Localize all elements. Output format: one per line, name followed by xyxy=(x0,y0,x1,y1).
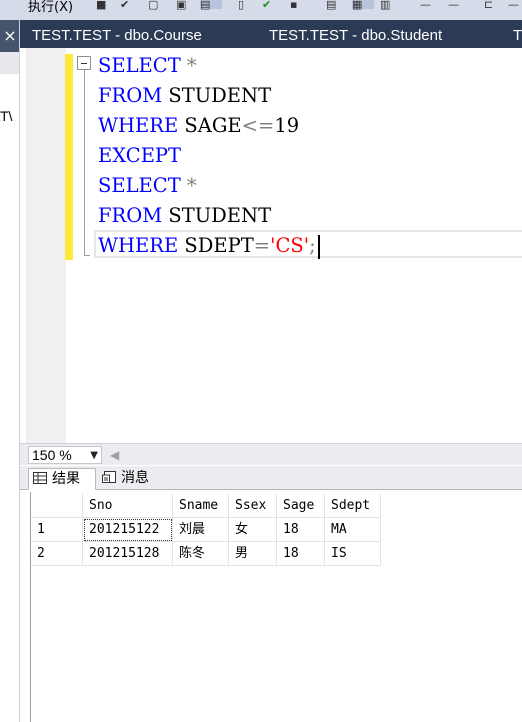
table-cell[interactable]: IS xyxy=(325,542,381,566)
parse-icon[interactable]: ✔ xyxy=(262,0,271,10)
sql-editor[interactable]: SELECT * FROM STUDENT WHERE SAGE<=19 EXC… xyxy=(20,48,522,443)
uncomment-icon[interactable]: — xyxy=(448,0,459,10)
code-line: FROM STUDENT xyxy=(98,84,272,107)
outline-line xyxy=(84,70,85,256)
table-cell[interactable]: 男 xyxy=(229,542,277,566)
zoom-select[interactable]: 150 % ▼ xyxy=(28,446,102,464)
table-cell[interactable]: 刘晨 xyxy=(173,518,229,542)
chevron-down-icon[interactable]: ▼ xyxy=(90,447,98,464)
object-explorer-panel: × T\ xyxy=(0,20,20,722)
table-cell[interactable]: 201215128 xyxy=(83,542,173,566)
display-plan-icon[interactable]: ▣ xyxy=(176,0,186,10)
results-to-icon[interactable]: ▪ xyxy=(290,0,297,10)
change-tracking-bar xyxy=(65,54,73,260)
column-header[interactable]: Sname xyxy=(173,494,229,518)
tab-messages[interactable]: 消息 xyxy=(98,468,164,490)
collapse-icon[interactable] xyxy=(77,56,91,70)
code-line: WHERE SDEPT='CS'; xyxy=(98,231,320,261)
toolbar: 执行(X) ■ ✔ ▢ ▣ ▤ ▯ ✔ ▪ ▤ ▦ ▥ — — ⊏ — xyxy=(0,0,522,20)
outdent-icon[interactable]: — xyxy=(508,0,519,10)
tab-course[interactable]: TEST.TEST - dbo.Course xyxy=(32,20,202,48)
column-header[interactable]: Sno xyxy=(83,494,173,518)
zoom-bar: 150 % ▼ ◀ xyxy=(20,443,522,465)
code-line: SELECT * xyxy=(98,174,197,197)
query-options-icon[interactable]: ▤ xyxy=(200,0,222,10)
close-icon[interactable]: × xyxy=(0,20,20,52)
tree-item-clipped[interactable]: T\ xyxy=(0,108,12,124)
message-icon xyxy=(102,471,116,483)
line-gutter xyxy=(26,48,66,443)
document-tab-bar: TEST.TEST - dbo.Course TEST.TEST - dbo.S… xyxy=(20,20,522,48)
results-tab-bar: 结果 消息 xyxy=(20,466,522,490)
row-number[interactable]: 1 xyxy=(31,518,83,542)
code-line: SELECT * xyxy=(98,54,197,77)
comment-icon[interactable]: — xyxy=(420,0,431,10)
results-text-icon[interactable]: ▤ xyxy=(326,0,336,10)
results-file-icon[interactable]: ▥ xyxy=(380,0,390,10)
scroll-left-icon[interactable]: ◀ xyxy=(110,446,119,464)
outline-end xyxy=(84,255,90,256)
execute-button[interactable]: 执行(X) xyxy=(28,0,73,15)
results-grid-icon[interactable]: ▦ xyxy=(352,0,374,10)
tab-clipped[interactable]: T xyxy=(513,20,522,48)
row-number[interactable]: 2 xyxy=(31,542,83,566)
table-cell[interactable]: 18 xyxy=(277,518,325,542)
include-plan-icon[interactable]: ▯ xyxy=(238,0,244,10)
column-header[interactable]: Sdept xyxy=(325,494,381,518)
tab-student[interactable]: TEST.TEST - dbo.Student xyxy=(269,20,442,48)
table-cell[interactable]: 18 xyxy=(277,542,325,566)
grid-icon xyxy=(33,472,47,484)
column-header[interactable]: Sage xyxy=(277,494,325,518)
tab-results[interactable]: 结果 xyxy=(28,468,96,490)
database-icon[interactable]: ▢ xyxy=(148,0,158,10)
column-header[interactable] xyxy=(31,494,83,518)
text-caret xyxy=(317,234,320,259)
column-header[interactable]: Ssex xyxy=(229,494,277,518)
table-cell[interactable]: 女 xyxy=(229,518,277,542)
panel-toolbar xyxy=(0,52,20,74)
results-grid[interactable]: Sno Sname Ssex Sage Sdept 1 201215122 刘晨… xyxy=(30,492,522,722)
table-cell[interactable]: MA xyxy=(325,518,381,542)
stop-icon[interactable]: ■ xyxy=(96,0,106,10)
code-line: WHERE SAGE<=19 xyxy=(98,114,300,137)
indent-icon[interactable]: ⊏ xyxy=(484,0,493,10)
code-line: FROM STUDENT xyxy=(98,204,272,227)
table-cell[interactable]: 陈冬 xyxy=(173,542,229,566)
debug-icon[interactable]: ✔ xyxy=(120,0,129,10)
code-line: EXCEPT xyxy=(98,144,182,167)
table-cell[interactable]: 201215122 xyxy=(83,518,173,542)
